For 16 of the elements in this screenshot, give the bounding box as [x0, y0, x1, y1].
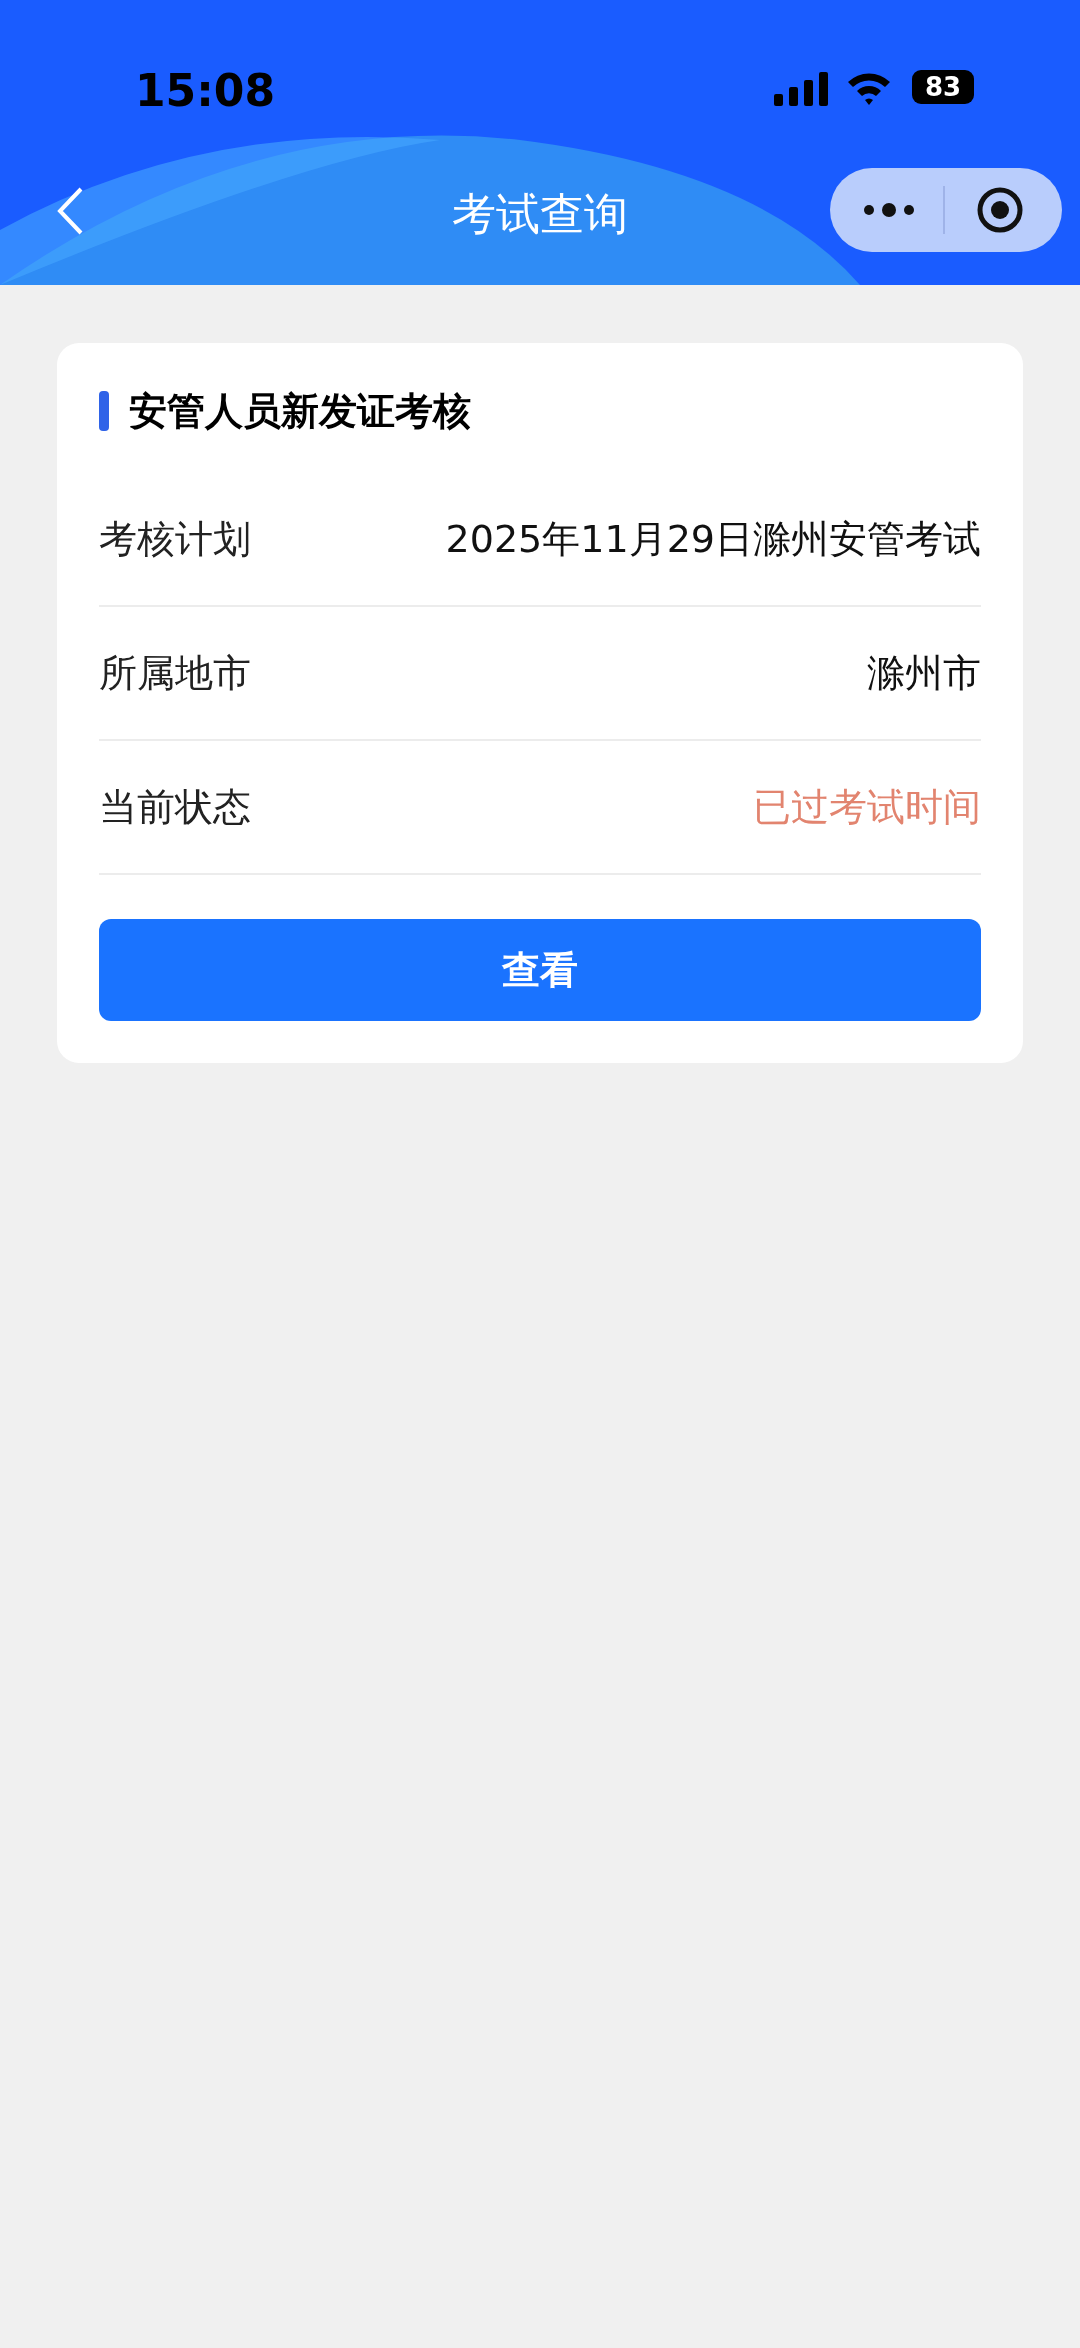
- wifi-icon: [846, 70, 892, 106]
- view-button[interactable]: 查看: [99, 919, 981, 1021]
- back-icon[interactable]: [56, 186, 84, 236]
- signal-icon: [774, 72, 828, 106]
- field-value: 2025年11月29日滁州安管考试: [445, 515, 981, 563]
- field-value: 滁州市: [867, 649, 981, 697]
- page-title: 考试查询: [451, 187, 629, 241]
- status-time: 15:08: [135, 64, 276, 118]
- field-label: 当前状态: [99, 783, 251, 831]
- title-accent-bar: [99, 391, 109, 431]
- more-icon[interactable]: [863, 202, 915, 218]
- field-value: 已过考试时间: [753, 783, 981, 831]
- field-label: 考核计划: [99, 515, 251, 563]
- battery-indicator: 83: [912, 70, 974, 104]
- card-title: 安管人员新发证考核: [129, 387, 471, 435]
- field-label: 所属地市: [99, 649, 251, 697]
